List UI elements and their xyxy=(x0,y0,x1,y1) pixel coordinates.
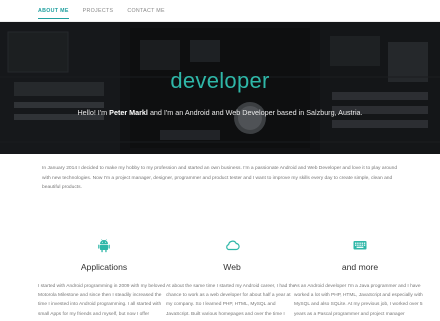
feature-and-more-text: As an Android developer I'm a Java progr… xyxy=(294,283,423,317)
feature-web: Web At about the same time I started my … xyxy=(166,237,298,319)
feature-applications-text: I started with Android programming in 20… xyxy=(38,283,166,317)
intro-paragraph: In January 2014 I decided to make my hob… xyxy=(42,166,398,191)
hero-banner: developer Hello! I'm Peter Markl and I'm… xyxy=(0,22,440,154)
hero-title: developer xyxy=(170,68,270,93)
features-section: Applications I started with Android prog… xyxy=(0,193,440,321)
cloud-icon xyxy=(226,240,240,250)
hero-tagline-rest: and I'm an Android and Web Developer bas… xyxy=(149,108,363,117)
hero-greeting: Hello! I'm xyxy=(77,108,108,117)
feature-web-title: Web xyxy=(223,261,241,272)
nav-projects[interactable]: PROJECTS xyxy=(83,0,114,22)
feature-applications: Applications I started with Android prog… xyxy=(38,237,170,319)
feature-and-more: and more As an Android developer I'm a J… xyxy=(294,237,426,319)
feature-applications-title: Applications xyxy=(80,261,128,272)
nav-contact-me[interactable]: CONTACT ME xyxy=(127,0,165,22)
android-icon xyxy=(98,238,110,252)
feature-web-text: At about the same time I started my Andr… xyxy=(166,283,296,317)
nav-about-me[interactable]: ABOUT ME xyxy=(38,0,69,22)
top-nav: ABOUT ME PROJECTS CONTACT ME xyxy=(0,0,440,22)
keyboard-icon xyxy=(353,240,367,250)
feature-and-more-title: and more xyxy=(341,261,379,272)
hero-tagline: Hello! I'm Peter Markl and I'm an Androi… xyxy=(0,108,440,117)
hero-name: Peter Markl xyxy=(109,108,148,117)
